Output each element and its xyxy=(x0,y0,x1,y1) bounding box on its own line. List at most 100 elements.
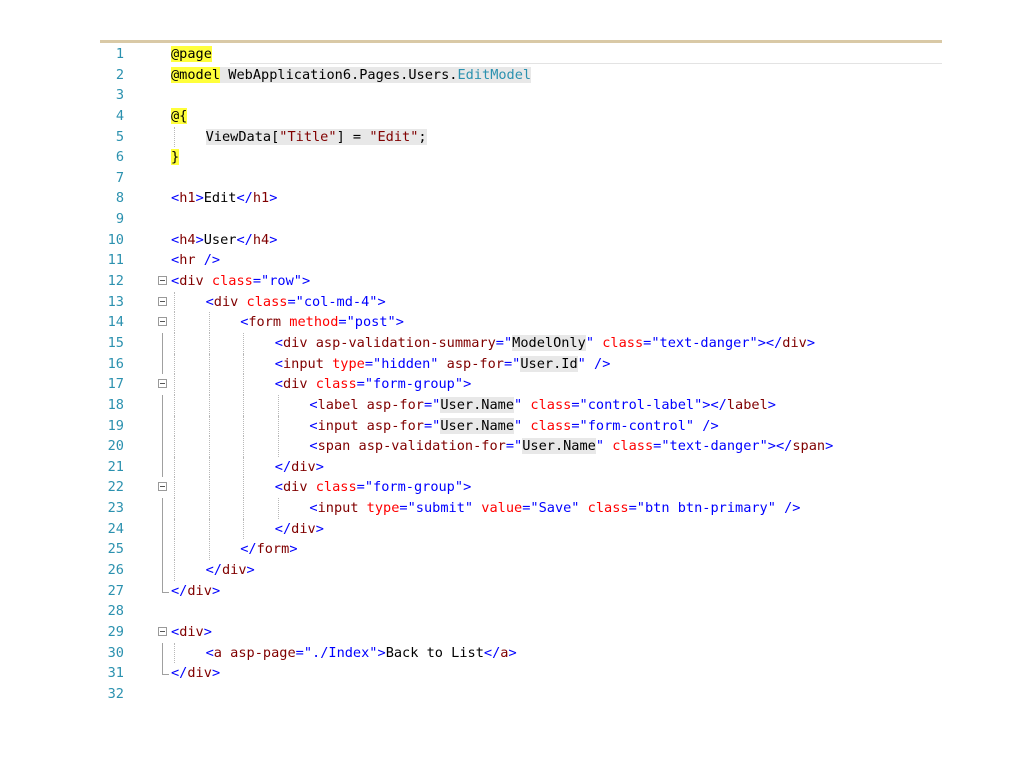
code-line[interactable]: 11 <hr /> xyxy=(0,250,1024,271)
code-token: User.Name xyxy=(440,396,515,413)
code-token: > xyxy=(269,190,278,207)
collapse-icon[interactable] xyxy=(158,482,167,492)
code-line[interactable]: 18 <label asp-for="User.Name" class="cont… xyxy=(0,394,1024,416)
code-editor[interactable]: 1 @page 2 @model WebApplication6.Pages.User… xyxy=(0,44,1024,705)
code-text[interactable]: <input type="hidden" asp-for="User.Id" /… xyxy=(275,354,610,375)
code-token: < xyxy=(309,438,318,455)
code-text[interactable]: @{ xyxy=(171,106,188,127)
collapse-icon[interactable] xyxy=(158,626,167,636)
code-text[interactable]: <a asp-page="./Index">Back to List</a> xyxy=(206,643,517,664)
line-number: 31 xyxy=(107,665,124,682)
code-line[interactable]: 16 <input type="hidden" asp-for="User.Id"… xyxy=(0,353,1024,375)
fold-rail xyxy=(162,642,163,664)
code-line[interactable]: 23 <input type="submit" value="Save" clas… xyxy=(0,498,1024,519)
code-token: < xyxy=(171,273,180,290)
code-token: = xyxy=(287,293,296,310)
collapse-icon[interactable] xyxy=(158,317,167,327)
code-line[interactable]: 14 <form method="post"> xyxy=(0,312,1024,333)
code-token: class xyxy=(522,396,572,413)
code-token: "post" xyxy=(346,314,396,331)
code-line[interactable]: 29 <div> xyxy=(0,622,1024,643)
code-line[interactable]: 19 <input asp-for="User.Name" class="form… xyxy=(0,415,1024,437)
code-line[interactable]: 26 </div> xyxy=(0,560,1024,581)
line-number: 4 xyxy=(115,107,124,124)
code-text[interactable]: <h1>Edit</h1> xyxy=(171,188,277,209)
code-line[interactable]: 24 </div> xyxy=(0,518,1024,540)
code-line[interactable]: 30 <a asp-page="./Index">Back to List</a> xyxy=(0,642,1024,664)
code-text[interactable]: <div> xyxy=(171,622,212,643)
code-token: form xyxy=(248,314,282,331)
code-line[interactable]: 1 @page xyxy=(0,44,1024,65)
code-token: type xyxy=(323,355,365,372)
code-line[interactable]: 3 xyxy=(0,85,1024,106)
code-text[interactable]: <div class="form-group"> xyxy=(275,374,471,395)
code-token: = xyxy=(356,479,365,496)
code-text[interactable]: <div class="col-md-4"> xyxy=(206,292,386,313)
indent-guide xyxy=(174,498,175,519)
line-number: 22 xyxy=(107,479,124,496)
code-token: < xyxy=(309,396,318,413)
code-text[interactable]: </form> xyxy=(240,539,297,560)
code-text[interactable]: </div> xyxy=(171,663,220,684)
code-text[interactable]: <div class="row"> xyxy=(171,271,310,292)
code-token: "hidden" xyxy=(373,355,439,372)
code-text[interactable]: <label asp-for="User.Name" class="contro… xyxy=(309,395,776,416)
code-line[interactable]: 7 xyxy=(0,168,1024,189)
code-line[interactable]: 10 <h4>User</h4> xyxy=(0,230,1024,251)
code-line[interactable]: 15 <div asp-validation-summary="ModelOnly… xyxy=(0,332,1024,354)
code-text[interactable]: <input type="submit" value="Save" class=… xyxy=(309,498,800,519)
code-token: = xyxy=(571,396,580,413)
code-line[interactable]: 31 </div> xyxy=(0,663,1024,684)
line-number: 8 xyxy=(115,190,124,207)
code-token: EditModel xyxy=(457,66,532,83)
code-line[interactable]: 21 </div> xyxy=(0,456,1024,478)
indent-guide xyxy=(277,498,279,519)
code-line[interactable]: 32 xyxy=(0,684,1024,705)
code-line[interactable]: 27 </div> xyxy=(0,580,1024,602)
code-token: </ xyxy=(171,582,188,599)
code-text[interactable]: <input asp-for="User.Name" class="form-c… xyxy=(309,416,719,437)
code-text[interactable]: </div> xyxy=(171,581,220,602)
code-text[interactable]: </div> xyxy=(206,560,255,581)
code-text[interactable]: <span asp-validation-for="User.Name" cla… xyxy=(309,436,833,457)
code-text[interactable]: </div> xyxy=(275,457,324,478)
code-text[interactable]: </div> xyxy=(275,519,324,540)
code-token: ] = xyxy=(336,128,370,145)
code-token: < xyxy=(309,417,318,434)
code-text[interactable]: ViewData["Title"] = "Edit"; xyxy=(205,127,427,148)
line-number: 24 xyxy=(107,520,124,537)
code-line[interactable]: 25 </form> xyxy=(0,539,1024,561)
indent-guide xyxy=(243,374,245,395)
indent-guide xyxy=(277,436,279,457)
code-text[interactable]: @model WebApplication6.Pages.Users.EditM… xyxy=(171,65,532,86)
code-line[interactable]: 8 <h1>Edit</h1> xyxy=(0,188,1024,209)
code-line[interactable]: 28 xyxy=(0,601,1024,622)
code-token: > xyxy=(289,541,298,558)
code-line[interactable]: 17 <div class="form-group"> xyxy=(0,374,1024,395)
code-line[interactable]: 22 <div class="form-group"> xyxy=(0,477,1024,499)
collapse-icon[interactable] xyxy=(158,276,167,286)
code-text[interactable]: <div class="form-group"> xyxy=(275,477,471,498)
code-line[interactable]: 5 ViewData["Title"] = "Edit"; xyxy=(0,126,1024,148)
code-line[interactable]: 13 <div class="col-md-4"> xyxy=(0,291,1024,313)
code-text[interactable]: } xyxy=(171,147,180,168)
code-text[interactable]: <h4>User</h4> xyxy=(171,230,277,251)
collapse-icon[interactable] xyxy=(158,296,167,306)
code-text[interactable]: @page xyxy=(171,44,212,65)
code-line[interactable]: 9 xyxy=(0,209,1024,230)
collapse-icon[interactable] xyxy=(158,379,167,389)
code-text[interactable]: <form method="post"> xyxy=(240,312,404,333)
code-line[interactable]: 2 @model WebApplication6.Pages.Users.Edit… xyxy=(0,65,1024,86)
code-line[interactable]: 4 @{ xyxy=(0,106,1024,127)
code-text[interactable]: <div asp-validation-summary="ModelOnly" … xyxy=(275,333,815,354)
code-line[interactable]: 12 <div class="row"> xyxy=(0,271,1024,292)
code-token: > xyxy=(269,231,278,248)
code-token: = xyxy=(338,314,347,331)
code-token: "control-label" xyxy=(579,396,703,413)
code-token: WebApplication6.Pages.Users. xyxy=(220,66,458,83)
code-text[interactable]: <hr /> xyxy=(171,250,220,271)
code-line[interactable]: 20 <span asp-validation-for="User.Name" c… xyxy=(0,436,1024,457)
code-token: "Title" xyxy=(279,128,337,145)
code-line[interactable]: 6} xyxy=(0,147,1024,168)
indent-guide xyxy=(243,332,245,354)
